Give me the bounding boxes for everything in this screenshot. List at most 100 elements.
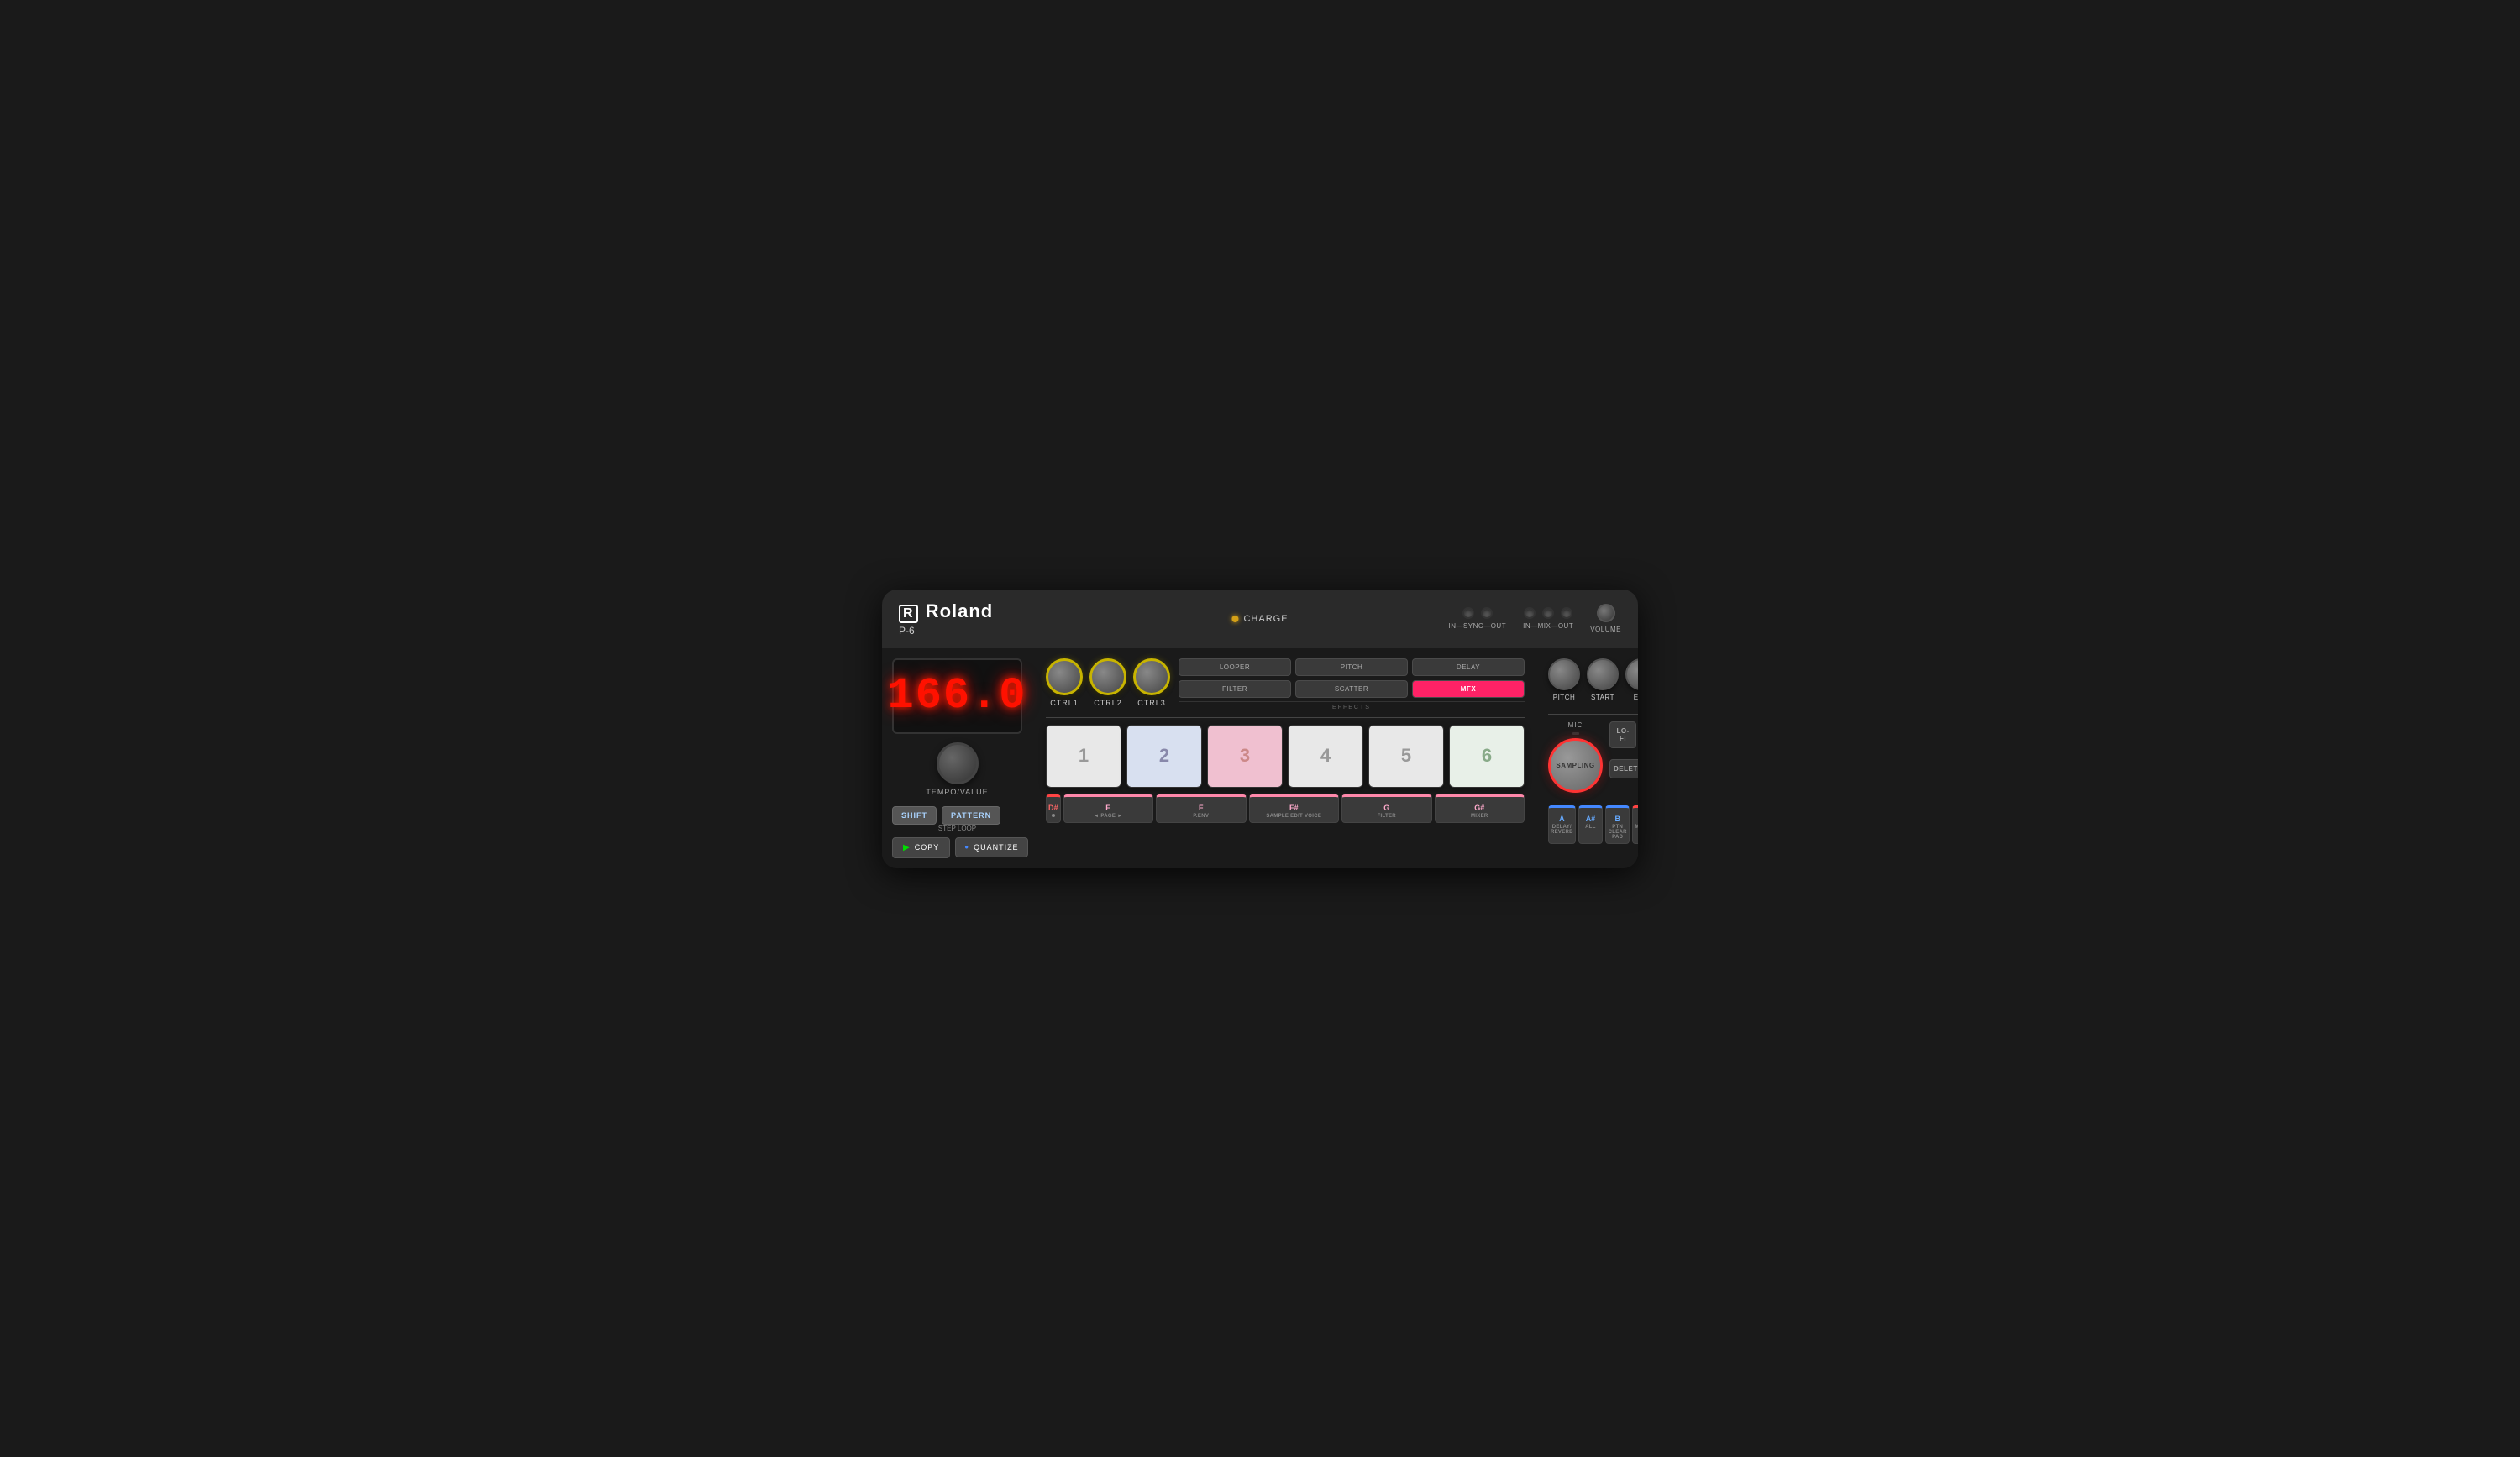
quantize-group: ● QUANTIZE	[955, 837, 1027, 858]
pad-6[interactable]: 6	[1449, 725, 1525, 788]
key-asharp-note: A#	[1586, 815, 1596, 823]
headphone-jack	[1542, 607, 1554, 619]
ctrl3-knob[interactable]	[1133, 658, 1170, 695]
copy-button[interactable]: ▶ COPY	[892, 837, 950, 858]
scatter-button[interactable]: SCATTER	[1295, 680, 1408, 698]
mic-indicator	[1572, 732, 1579, 735]
looper-button[interactable]: LOOPER	[1179, 658, 1291, 676]
key-g-note: G	[1383, 804, 1389, 812]
sync-label: IN—SYNC—OUT	[1448, 622, 1506, 630]
charge-label: CHARGE	[1243, 614, 1288, 624]
ctrl3-group: CTRL3	[1133, 658, 1170, 710]
volume-knob[interactable]	[1597, 604, 1615, 622]
sync-in-jack	[1462, 607, 1474, 619]
tempo-knob[interactable]	[937, 742, 979, 784]
brand-area: R Roland P-6	[899, 600, 993, 637]
pitch-knob-group: PITCH	[1548, 658, 1580, 707]
copy-label-text: COPY	[915, 843, 940, 852]
key-a-func: DELAY/ REVERB	[1551, 825, 1573, 835]
pitch-label: PITCH	[1553, 694, 1576, 701]
display-panel: 166.0	[892, 658, 1022, 734]
mfx-button[interactable]: MFX	[1412, 680, 1525, 698]
dot-icon: ●	[964, 843, 969, 851]
start-knob-group: START	[1587, 658, 1619, 707]
key-fsharp-note: F#	[1289, 804, 1299, 812]
key-asharp-func: ALL	[1585, 825, 1596, 830]
tempo-knob-area: TEMPO/VALUE	[892, 742, 1022, 796]
pattern-button[interactable]: PATTERN	[942, 806, 1000, 825]
key-dsharp-note: D#	[1048, 804, 1058, 812]
ctrl1-group: CTRL1	[1046, 658, 1083, 710]
pads-section: 1 2 3 4 5 6	[1046, 725, 1525, 788]
key-b-func: PTN CLEAR PAD	[1608, 825, 1627, 840]
key-b-button[interactable]: B PTN CLEAR PAD	[1605, 805, 1630, 844]
tempo-display: 166.0	[887, 671, 1026, 721]
end-knob[interactable]	[1625, 658, 1638, 690]
effects-btns-grid: LOOPER PITCH DELAY FILTER SCATTER MFX	[1179, 658, 1525, 698]
quantize-button[interactable]: ● QUANTIZE	[955, 837, 1027, 857]
key-gsharp-func: MIXER	[1471, 814, 1488, 819]
start-knob[interactable]	[1587, 658, 1619, 690]
key-c2-button[interactable]: C MOTION	[1632, 805, 1638, 844]
key-g-func: FILTER	[1378, 814, 1396, 819]
delay-button[interactable]: DELAY	[1412, 658, 1525, 676]
shift-button[interactable]: SHIFT	[892, 806, 937, 825]
charge-indicator: CHARGE	[1231, 614, 1288, 624]
key-e-button[interactable]: E ◄ PAGE ►	[1063, 794, 1154, 823]
ctrl1-label: CTRL1	[1050, 699, 1079, 707]
key-gsharp-button[interactable]: G# MIXER	[1435, 794, 1525, 823]
black-dot	[1052, 814, 1055, 817]
sync-jacks	[1462, 607, 1493, 619]
effects-top-section: CTRL1 CTRL2 CTRL3 LOOPER	[1046, 658, 1525, 718]
key-gsharp-note: G#	[1474, 804, 1484, 812]
right-ctrl-buttons: LO-Fi GATE A/E B/F POLY DELETE	[1609, 721, 1638, 799]
key-f-note: F	[1199, 804, 1204, 812]
tempo-label: TEMPO/VALUE	[926, 788, 988, 796]
shift-pattern-row: SHIFT PATTERN	[892, 806, 1022, 825]
step-loop-label: STEP LOOP	[892, 825, 1022, 832]
top-bar: R Roland P-6 CHARGE IN—SYNC—OUT	[882, 590, 1638, 648]
left-column: 166.0 TEMPO/VALUE SHIFT PATTERN STEP LOO…	[892, 658, 1031, 858]
effects-label: EFFECTS	[1179, 701, 1525, 710]
pad-1[interactable]: 1	[1046, 725, 1121, 788]
pitch-knob[interactable]	[1548, 658, 1580, 690]
pad-3[interactable]: 3	[1207, 725, 1283, 788]
ctrl-knobs-area: CTRL1 CTRL2 CTRL3	[1046, 658, 1170, 710]
sampling-button[interactable]: SAMPLING	[1548, 738, 1603, 793]
key-g-button[interactable]: G FILTER	[1341, 794, 1432, 823]
key-fsharp-button[interactable]: F# SAMPLE EDIT VOICE	[1249, 794, 1340, 823]
ctrl1-knob[interactable]	[1046, 658, 1083, 695]
mic-label: MIC	[1568, 721, 1583, 729]
mix-in-jack	[1524, 607, 1536, 619]
ctrl2-knob[interactable]	[1089, 658, 1126, 695]
right-column: PITCH START END LEVEL	[1540, 658, 1638, 858]
start-label: START	[1591, 694, 1614, 701]
end-label: END	[1634, 694, 1638, 701]
pad-4[interactable]: 4	[1288, 725, 1363, 788]
filter-button[interactable]: FILTER	[1179, 680, 1291, 698]
device: R Roland P-6 CHARGE IN—SYNC—OUT	[882, 590, 1638, 868]
ctrl2-group: CTRL2	[1089, 658, 1126, 710]
pad-5[interactable]: 5	[1368, 725, 1444, 788]
pitch-button[interactable]: PITCH	[1295, 658, 1408, 676]
volume-connector-group: VOLUME	[1590, 604, 1621, 633]
right-ctrl-sublabels: REVERSE	[1609, 782, 1638, 788]
sync-connector-group: IN—SYNC—OUT	[1448, 607, 1506, 630]
effects-btns-area: LOOPER PITCH DELAY FILTER SCATTER MFX EF…	[1179, 658, 1525, 710]
sampling-text: SAMPLING	[1556, 762, 1594, 769]
lofi-button[interactable]: LO-Fi	[1609, 721, 1636, 748]
key-asharp-button[interactable]: A# ALL	[1578, 805, 1603, 844]
volume-label: VOLUME	[1590, 626, 1621, 633]
key-e-func: ◄ PAGE ►	[1094, 814, 1122, 819]
right-middle-row: MIC SAMPLING LO-Fi GATE A/E B/F	[1548, 721, 1638, 799]
right-ctrl-row1: LO-Fi GATE A/E B/F	[1609, 721, 1638, 748]
key-f-button[interactable]: F P.ENV	[1156, 794, 1247, 823]
key-dsharp-button[interactable]: D#	[1046, 794, 1061, 823]
key-a-button[interactable]: A DELAY/ REVERB	[1548, 805, 1576, 844]
right-ctrl-row2: DELETE LOOP C/G D/H	[1609, 759, 1638, 778]
pad-2[interactable]: 2	[1126, 725, 1202, 788]
mix-label: IN—MIX—OUT	[1523, 622, 1573, 630]
key-b-note: B	[1614, 815, 1620, 823]
mix-jacks	[1524, 607, 1572, 619]
delete-button[interactable]: DELETE	[1609, 759, 1638, 778]
